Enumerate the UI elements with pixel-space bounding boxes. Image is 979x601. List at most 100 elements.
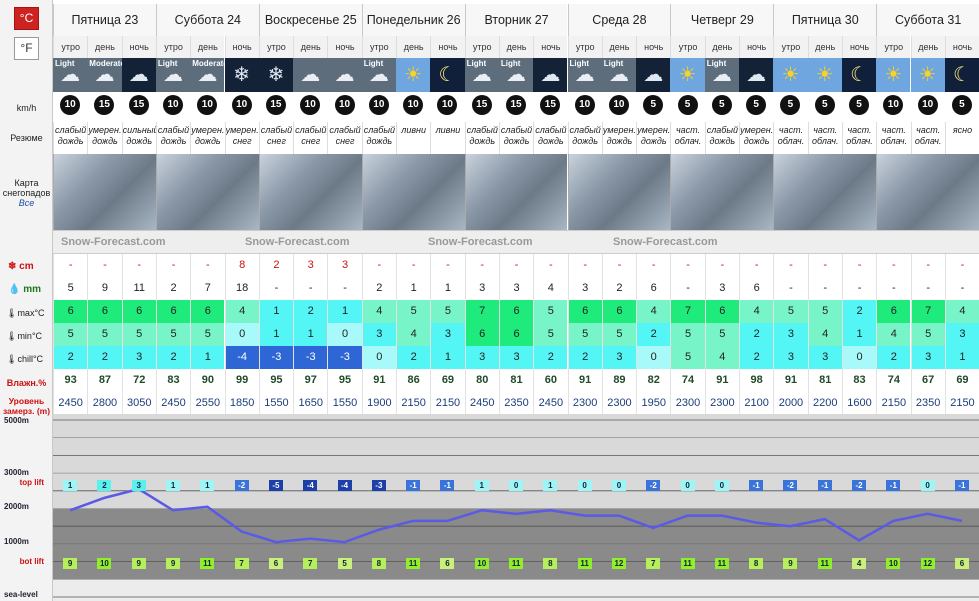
rain-row-cell: 3 [464,277,499,300]
snow-map-image[interactable] [567,154,671,230]
snow-map-image[interactable] [155,154,259,230]
wind-cell: 10 [430,92,465,122]
freeze-level-row-cell: 2150 [944,392,979,415]
day-part: ночь [430,36,465,58]
ad-banner-text[interactable]: Snow-Forecast.com [428,236,533,248]
day-header-2: Воскресенье 25 [258,4,362,36]
wind-cell: 10 [327,92,362,122]
thermometer-icon: 🌡 [6,331,18,341]
ad-row: Snow-Forecast.com Snow-Forecast.com Snow-F… [53,230,979,254]
day-header-3: Понедельник 26 [361,4,465,36]
humidity-row-cell: 74 [670,369,704,392]
top-lift-temp: 1 [474,480,489,491]
wind-row: 10 15 15 10 10 10 15 10 10 10 10 10 15 15 15 10 10 5 5 5 5 5 5… [53,92,979,122]
rain-row-cell: - [910,277,945,300]
weather-icon-cell: ☁ Light [53,58,88,92]
weather-icon-cell: ☁ Light [601,58,637,92]
freeze-level-row-cell: 1550 [327,392,361,415]
summary-cell: част. облач. [910,122,945,154]
max-temp-label: 🌡max°C [0,308,53,318]
bot-lift-temp: 9 [166,558,181,569]
ad-banner-text[interactable]: Snow-Forecast.com [61,236,166,248]
weather-intensity-label: Light [706,59,727,68]
summary-cell: част. облач. [807,122,842,154]
max-temp-row-cell: 4 [739,300,774,323]
weather-night-cloud-icon: ☁ [540,64,561,86]
snow-map-image[interactable] [258,154,362,230]
rain-row-cell: 4 [533,277,567,300]
rain-row-cell: - [876,277,910,300]
weather-icon-cell: ☁ Light [704,58,739,92]
summary-cell: умерен. дождь [601,122,637,154]
wind-arrow-icon: 5 [814,95,835,115]
top-lift-temp: -1 [817,480,832,491]
ad-banner-text[interactable]: Snow-Forecast.com [245,236,350,248]
freeze-level-label: Уровень замерз. (m) [2,396,51,416]
max-temp-row-cell: 7 [464,300,499,323]
min-temp-row-cell: 0 [224,323,259,346]
bot-lift-temp: 6 [440,558,455,569]
chill-temp-row-cell: 2 [567,346,602,369]
humidity-row-cell: 81 [498,369,533,392]
weather-icon-cell: ☀ [396,58,431,92]
rain-row-cell: - [944,277,979,300]
freeze-level-row-cell: 1550 [258,392,293,415]
wind-arrow-icon: 15 [506,95,527,115]
weather-icon-cell: ☁ [636,58,671,92]
snow-map-all-link[interactable]: Все [19,198,35,208]
min-temp-row-cell: 5 [704,323,739,346]
max-temp-row-cell: 5 [773,300,808,323]
weather-sun-icon: ☀ [404,64,423,86]
humidity-row-cell: 67 [910,369,945,392]
snow-map-image[interactable] [773,154,877,230]
rain-row-cell: 2 [601,277,636,300]
snow-map-image[interactable] [464,154,568,230]
summary-cell: част. облач. [670,122,705,154]
snow-row-cell: - [841,254,876,277]
day-part: утро [773,36,808,58]
weather-icon-cell: ☁ Light [567,58,602,92]
rain-unit-text: mm [23,284,42,295]
weather-night-snow-icon: ❄ [267,64,285,86]
top-lift-temp: -1 [440,480,455,491]
day-part: день [910,36,945,58]
top-lift-temp: -1 [406,480,421,491]
weather-moon-icon: ☾ [952,64,971,86]
wind-arrow-icon: 5 [780,95,801,115]
snow-row-cell: - [190,254,224,277]
chill-temp-row-cell: 3 [601,346,637,369]
top-lift-temp: -1 [886,480,901,491]
rain-row-cell: 3 [704,277,739,300]
freeze-level-row-cell: 2450 [155,392,190,415]
snow-map-image[interactable] [876,154,979,230]
wind-arrow-icon: 10 [60,95,81,115]
snow-map-image[interactable] [361,154,465,230]
weather-icon-cell: ☁ Light [464,58,499,92]
summary-cell: сильный дождь [121,122,156,154]
wind-arrow-icon: 15 [265,95,286,115]
ad-banner-text[interactable]: Snow-Forecast.com [613,236,718,248]
snow-row: -----8233------------------ [53,254,979,277]
snow-row-cell: - [601,254,636,277]
snow-map-image[interactable] [53,154,156,230]
min-temp-row-cell: 1 [258,323,294,346]
summary-cell: част. облач. [841,122,877,154]
bot-lift-temp: 7 [234,558,249,569]
snow-row-cell: - [636,254,670,277]
fahrenheit-button[interactable]: °F [14,37,39,60]
bot-lift-temp: 10 [97,558,112,569]
wind-cell: 5 [670,92,705,122]
snow-row-cell: - [670,254,704,277]
chill-temp-row-cell: 3 [807,346,842,369]
snow-row-cell: - [361,254,396,277]
celsius-button[interactable]: °C [14,7,39,30]
wind-cell: 10 [396,92,431,122]
bot-lift-temp: 10 [886,558,901,569]
snow-map-image[interactable] [670,154,774,230]
wind-arrow-icon: 10 [300,95,321,115]
rain-row-cell: 1 [430,277,464,300]
wind-cell: 5 [944,92,979,122]
snow-row-cell: - [567,254,602,277]
chill-temp-row-cell: 3 [464,346,499,369]
snow-row-cell: - [533,254,567,277]
